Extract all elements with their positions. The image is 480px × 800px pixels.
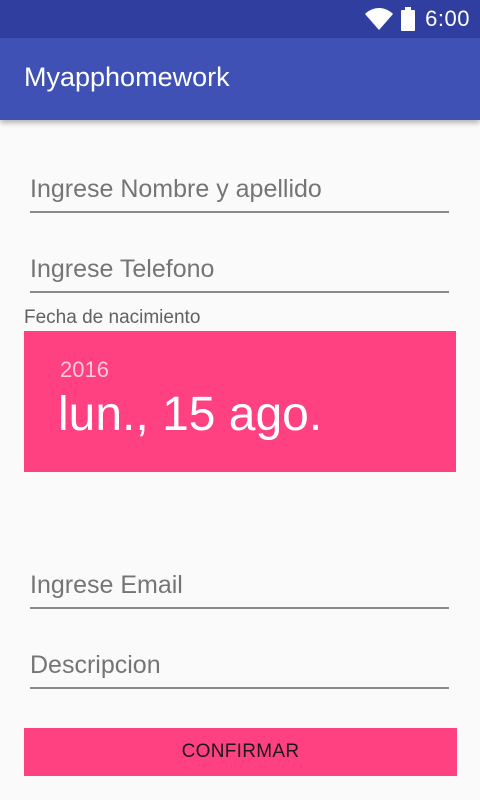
email-field[interactable]: Ingrese Email (30, 569, 449, 609)
status-bar: 6:00 (0, 0, 480, 38)
name-field-placeholder: Ingrese Nombre y apellido (30, 175, 322, 203)
date-picker-year[interactable]: 2016 (60, 357, 109, 383)
date-picker-date[interactable]: lun., 15 ago. (58, 387, 322, 442)
confirm-button[interactable]: CONFIRMAR (24, 728, 457, 776)
name-field[interactable]: Ingrese Nombre y apellido (30, 173, 449, 213)
app-bar: Myapphomework (0, 38, 480, 120)
email-field-placeholder: Ingrese Email (30, 571, 183, 599)
battery-icon (401, 7, 416, 31)
app-title: Myapphomework (24, 62, 230, 92)
description-field[interactable]: Descripcion (30, 649, 449, 689)
wifi-icon (365, 8, 394, 30)
dob-label: Fecha de nacimiento (24, 307, 201, 328)
description-field-placeholder: Descripcion (30, 651, 161, 679)
phone-field-placeholder: Ingrese Telefono (30, 255, 215, 283)
phone-field[interactable]: Ingrese Telefono (30, 253, 449, 293)
status-time: 6:00 (425, 6, 470, 31)
date-picker-header[interactable]: 2016 lun., 15 ago. (24, 331, 456, 472)
